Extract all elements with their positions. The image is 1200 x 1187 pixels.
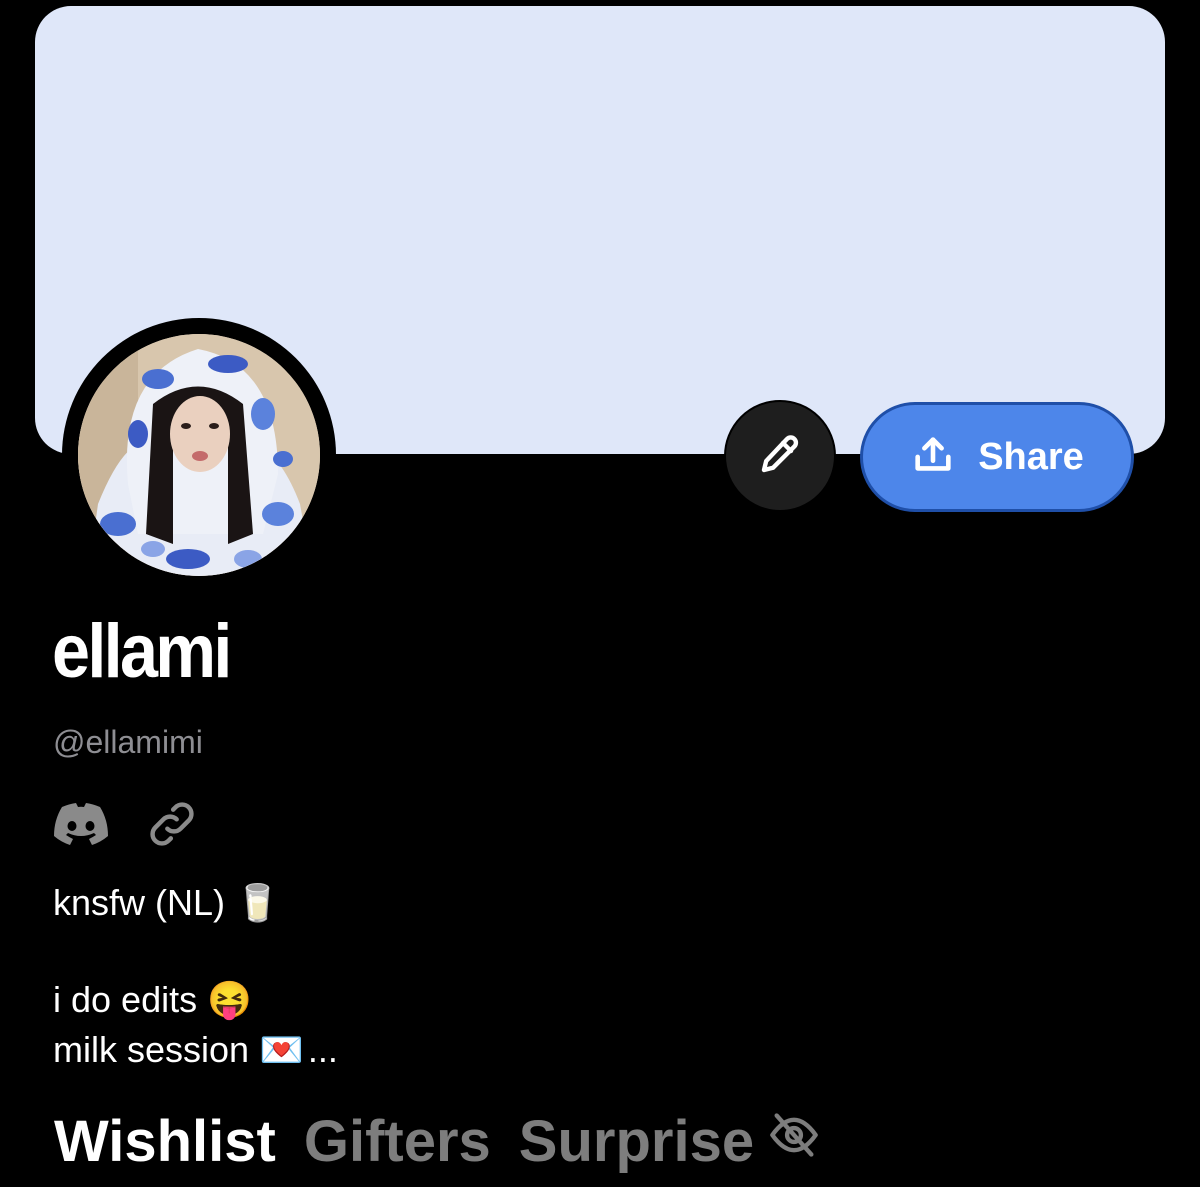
tab-surprise[interactable]: Surprise — [519, 1108, 820, 1175]
tab-gifters[interactable]: Gifters — [304, 1108, 491, 1175]
profile-tabs: Wishlist Gifters Surprise — [54, 1108, 820, 1175]
avatar[interactable] — [78, 334, 320, 576]
milk-emoji: 🥛 — [235, 882, 280, 923]
avatar-photo — [78, 334, 320, 576]
bio-line: i do edits 😝 — [53, 979, 252, 1021]
bio-line: knsfw (NL) 🥛 — [53, 882, 280, 924]
share-button[interactable]: Share — [860, 402, 1134, 512]
love-letter-emoji: 💌 — [259, 1029, 304, 1070]
eye-off-icon — [768, 1108, 820, 1175]
social-links — [52, 796, 200, 857]
username-handle: @ellamimi — [53, 724, 203, 760]
tab-surprise-label: Surprise — [518, 1109, 755, 1174]
share-label: Share — [978, 435, 1084, 478]
link-icon[interactable] — [144, 796, 200, 857]
share-upload-icon — [910, 432, 956, 483]
bio-text: knsfw (NL) — [53, 882, 226, 923]
bio-text: i do edits — [53, 979, 198, 1020]
bio-ellipsis[interactable]: ... — [308, 1029, 338, 1071]
edit-profile-button[interactable] — [724, 400, 836, 512]
bio-text: milk session — [53, 1029, 250, 1070]
bio-line: milk session 💌 ... — [53, 1029, 338, 1071]
tongue-face-emoji: 😝 — [207, 979, 252, 1020]
pencil-icon — [756, 430, 804, 483]
tab-wishlist[interactable]: Wishlist — [54, 1108, 276, 1175]
display-name: ellami — [52, 609, 232, 694]
discord-icon[interactable] — [52, 802, 110, 851]
